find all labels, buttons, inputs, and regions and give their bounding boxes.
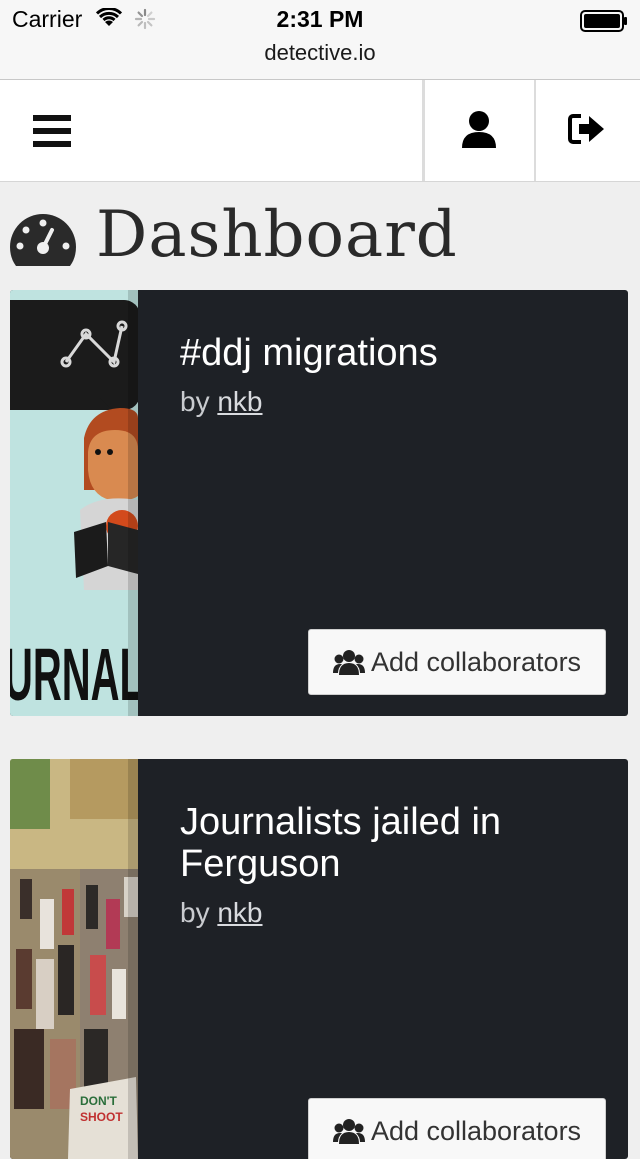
logout-button[interactable] — [536, 80, 640, 181]
url-bar[interactable]: detective.io — [0, 40, 640, 66]
svg-text:URNAL: URNAL — [10, 633, 138, 716]
project-card[interactable]: URNAL #ddj migrations by nkb Add collabo… — [10, 290, 628, 716]
status-bar: Carrier 2:31 PM detective.io — [0, 0, 640, 80]
card-title[interactable]: #ddj migrations — [180, 332, 608, 374]
project-thumbnail[interactable]: URNAL — [10, 290, 138, 716]
add-collaborators-button[interactable]: Add collaborators — [308, 1098, 606, 1159]
clock: 2:31 PM — [276, 6, 364, 32]
svg-text:DON'T: DON'T — [80, 1094, 118, 1108]
project-card[interactable]: DON'T SHOOT Journalists jailed in Fergus… — [10, 759, 628, 1159]
users-icon — [332, 650, 365, 675]
user-icon — [462, 111, 496, 148]
svg-text:SHOOT: SHOOT — [80, 1110, 123, 1124]
card-content: #ddj migrations by nkb — [180, 332, 608, 418]
card-byline: by nkb — [180, 897, 608, 929]
author-link[interactable]: nkb — [217, 897, 262, 928]
button-label: Add collaborators — [370, 1115, 582, 1146]
card-byline: by nkb — [180, 386, 608, 418]
sign-out-icon — [568, 114, 604, 144]
project-thumbnail[interactable]: DON'T SHOOT — [10, 759, 138, 1159]
hamburger-icon — [33, 115, 71, 147]
battery-icon — [580, 10, 627, 32]
button-label: Add collaborators — [370, 646, 582, 677]
page-title: Dashboard — [96, 198, 458, 272]
card-title[interactable]: Journalists jailed in Ferguson — [180, 801, 608, 885]
page-header: Dashboard — [8, 195, 458, 275]
author-link[interactable]: nkb — [217, 386, 262, 417]
by-label: by — [180, 897, 210, 928]
users-icon — [332, 1119, 365, 1144]
user-profile-button[interactable] — [422, 80, 536, 181]
by-label: by — [180, 386, 210, 417]
card-content: Journalists jailed in Ferguson by nkb — [180, 801, 608, 929]
app-navbar — [0, 80, 640, 182]
add-collaborators-button[interactable]: Add collaborators — [308, 629, 606, 695]
menu-button[interactable] — [0, 80, 110, 181]
dashboard-gauge-icon — [10, 214, 76, 266]
